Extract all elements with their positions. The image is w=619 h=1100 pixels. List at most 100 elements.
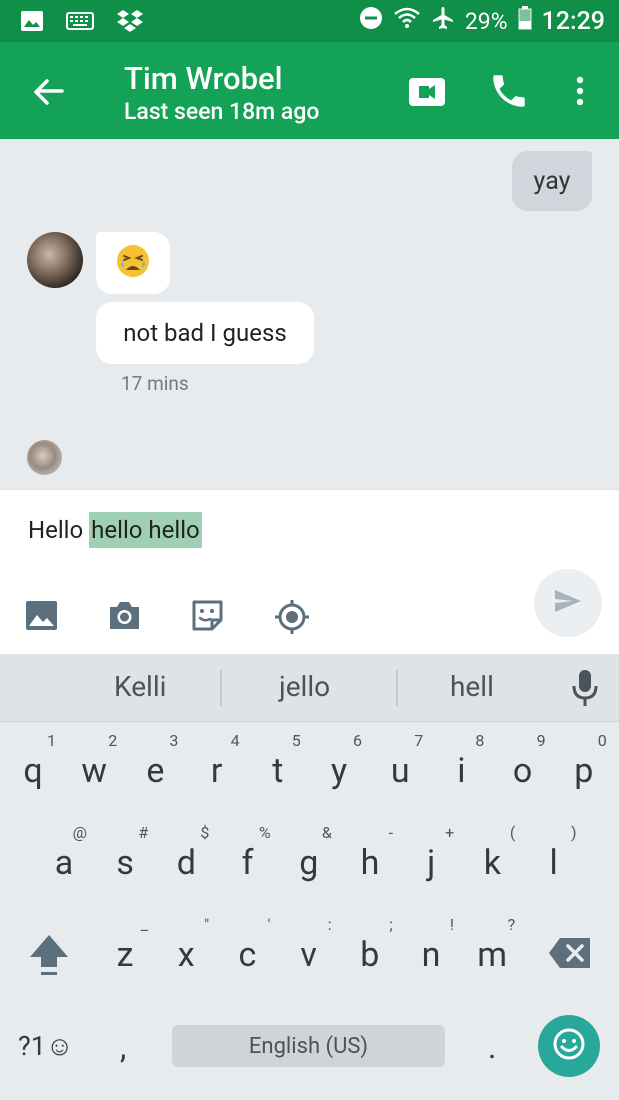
key-label: r <box>210 751 223 791</box>
key-s[interactable]: # s <box>96 819 154 895</box>
key-hint: _ <box>140 915 148 934</box>
camera-icon[interactable] <box>107 598 142 633</box>
send-icon <box>553 588 583 618</box>
message-input-text: Hello <box>28 516 90 544</box>
key-o[interactable]: 9o <box>494 727 552 803</box>
key-p[interactable]: 0p <box>555 727 613 803</box>
key-hint: 0 <box>597 731 607 750</box>
key-q[interactable]: 1q <box>4 727 62 803</box>
key-e[interactable]: 3e <box>126 727 184 803</box>
key-y[interactable]: 6y <box>310 727 368 803</box>
key-n[interactable]: ! n <box>402 911 460 987</box>
key-l[interactable]: ) l <box>525 819 583 895</box>
key-label: p <box>574 751 594 791</box>
shift-icon[interactable] <box>22 927 76 981</box>
key-hint: 5 <box>291 731 301 750</box>
message-timestamp: 17 mins <box>121 372 189 395</box>
key-d[interactable]: $ d <box>157 819 215 895</box>
key-label: j <box>427 843 436 883</box>
tired-face-emoji-icon <box>116 244 150 282</box>
phone-call-icon[interactable] <box>488 70 530 112</box>
incoming-message[interactable]: not bad I guess <box>96 302 314 364</box>
key-m[interactable]: ? m <box>463 911 521 987</box>
symbols-key[interactable]: ?1☺ <box>18 1030 74 1062</box>
key-hint: ! <box>449 915 454 934</box>
key-f[interactable]: % f <box>219 819 277 895</box>
suggestion-divider <box>220 670 222 706</box>
comma-key[interactable]: , <box>120 1028 126 1066</box>
key-label: v <box>300 935 317 975</box>
key-x[interactable]: " x <box>157 911 215 987</box>
key-label: x <box>177 935 195 975</box>
space-bar[interactable]: English (US) <box>172 1025 445 1067</box>
key-hint: 6 <box>353 731 362 750</box>
key-label: c <box>238 935 257 975</box>
typing-avatar <box>27 440 62 475</box>
key-i[interactable]: 8i <box>432 727 490 803</box>
message-list[interactable]: yay not bad I guess 17 mins <box>0 139 619 489</box>
key-t[interactable]: 5t <box>249 727 307 803</box>
key-hint: 9 <box>536 731 546 750</box>
gallery-icon[interactable] <box>24 598 59 633</box>
conversation-header: Tim Wrobel Last seen 18m ago <box>0 42 619 139</box>
last-seen-status: Last seen 18m ago <box>124 98 320 125</box>
key-v[interactable]: :v <box>280 911 338 987</box>
airplane-icon <box>431 6 455 36</box>
key-k[interactable]: (k <box>463 819 521 895</box>
dropbox-icon <box>116 9 144 37</box>
more-options-icon[interactable] <box>568 70 592 112</box>
key-label: g <box>299 843 319 883</box>
suggestion-2[interactable]: jello <box>279 670 330 703</box>
period-key[interactable]: . <box>488 1028 496 1066</box>
suggestion-3[interactable]: hell <box>450 670 494 703</box>
outgoing-message[interactable]: yay <box>512 151 592 211</box>
location-icon[interactable] <box>273 598 309 634</box>
key-hint: ? <box>507 915 516 934</box>
key-hint: 7 <box>414 731 424 750</box>
incoming-emoji-message[interactable] <box>96 232 170 294</box>
key-h[interactable]: -h <box>341 819 399 895</box>
wifi-icon <box>393 6 421 36</box>
key-hint: # <box>138 823 149 842</box>
suggestion-divider <box>396 670 398 706</box>
key-label: a <box>54 843 74 883</box>
send-button[interactable] <box>534 569 602 637</box>
back-arrow-icon[interactable] <box>28 72 68 112</box>
key-u[interactable]: 7u <box>371 727 429 803</box>
key-label: u <box>390 751 410 791</box>
microphone-icon[interactable] <box>569 668 601 708</box>
key-hint: $ <box>200 823 210 842</box>
contact-name[interactable]: Tim Wrobel <box>124 60 283 97</box>
key-z[interactable]: _ z <box>96 911 154 987</box>
contact-avatar[interactable] <box>27 232 83 288</box>
key-r[interactable]: 4r <box>188 727 246 803</box>
key-hint: @ <box>72 823 87 842</box>
message-input[interactable]: Hello hello hello <box>28 512 202 548</box>
key-label: i <box>457 751 466 791</box>
key-hint: " <box>204 915 210 934</box>
sticker-icon[interactable] <box>190 598 225 633</box>
key-label: o <box>512 751 533 791</box>
key-hint: + <box>445 823 455 842</box>
key-label: b <box>360 935 380 975</box>
key-label: t <box>272 751 284 791</box>
key-label: d <box>176 843 196 883</box>
key-b[interactable]: ; b <box>341 911 399 987</box>
key-g[interactable]: & g <box>280 819 338 895</box>
key-j[interactable]: + j <box>402 819 460 895</box>
compose-area[interactable]: Hello hello hello <box>0 489 619 654</box>
key-label: m <box>477 935 508 975</box>
video-call-icon[interactable] <box>405 72 449 112</box>
key-c[interactable]: ' c <box>218 911 276 987</box>
smiley-icon <box>552 1027 586 1065</box>
suggestion-1[interactable]: Kelli <box>114 670 167 703</box>
key-hint: 2 <box>108 731 118 750</box>
key-w[interactable]: 2w <box>65 727 123 803</box>
key-a[interactable]: @ a <box>35 819 93 895</box>
key-hint: 4 <box>230 731 240 750</box>
backspace-icon[interactable] <box>548 936 592 970</box>
key-hint: ' <box>267 915 271 934</box>
key-label: k <box>483 843 501 883</box>
key-label: l <box>549 843 558 883</box>
emoji-key[interactable] <box>538 1015 600 1077</box>
